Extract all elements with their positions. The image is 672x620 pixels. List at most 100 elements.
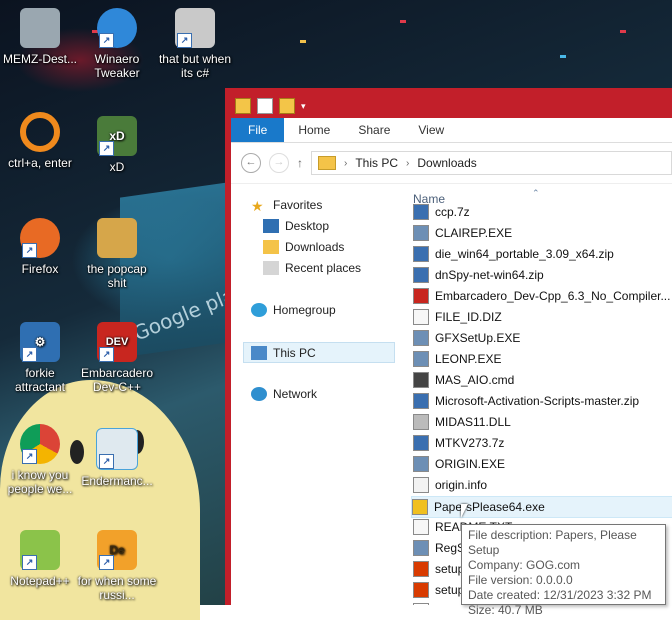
shortcut-arrow-icon: ↗: [99, 454, 114, 469]
nav-label: Homegroup: [273, 303, 336, 317]
file-row[interactable]: origin.info: [413, 475, 672, 495]
tab-home[interactable]: Home: [284, 118, 344, 142]
nav-homegroup[interactable]: Homegroup: [251, 303, 336, 317]
file-row[interactable]: ORIGIN.EXE: [413, 454, 672, 474]
back-button[interactable]: ←: [241, 153, 261, 173]
file-row[interactable]: PapersPlease64.exe: [411, 496, 672, 518]
nav-network[interactable]: Network: [251, 387, 317, 401]
shortcut-arrow-icon: ↗: [177, 33, 192, 48]
file-row[interactable]: Microsoft-Activation-Scripts-master.zip: [413, 391, 672, 411]
notepadpp-icon: ↗: [20, 530, 60, 570]
desktop-icon-label: ctrl+a, enter: [8, 156, 72, 170]
zip-icon: [413, 435, 429, 451]
file-name: MIDAS11.DLL: [435, 415, 511, 429]
title-bar[interactable]: ▾: [231, 94, 672, 118]
file-row[interactable]: FILE_ID.DIZ: [413, 307, 672, 327]
desktop-icon[interactable]: ↗ Endermanc...: [77, 428, 157, 488]
file-row[interactable]: MAS_AIO.cmd: [413, 370, 672, 390]
tooltip-company: Company: GOG.com: [468, 558, 581, 572]
shortcut-arrow-icon: ↗: [22, 449, 37, 464]
file-name: dnSpy-net-win64.zip: [435, 268, 544, 282]
desktop-icon[interactable]: ↗ Firefox: [0, 218, 80, 276]
file-name: ORIGIN.EXE: [435, 457, 506, 471]
file-name: MTKV273.7z: [435, 436, 505, 450]
zip-icon: [413, 267, 429, 283]
desktop-icon[interactable]: DEV ↗ Embarcadero Dev-C++: [77, 322, 157, 394]
breadcrumb-this-pc[interactable]: This PC: [355, 156, 398, 170]
tab-file[interactable]: File: [231, 118, 285, 142]
file-row[interactable]: Embarcadero_Dev-Cpp_6.3_No_Compiler...: [413, 286, 672, 306]
file-row[interactable]: CLAIREP.EXE: [413, 223, 672, 243]
tooltip-date: Date created: 12/31/2023 3:32 PM: [468, 588, 652, 602]
tab-share[interactable]: Share: [344, 118, 404, 142]
desktop-icon[interactable]: ⚙ ↗ forkie attractant: [0, 322, 80, 394]
nav-desktop[interactable]: Desktop: [263, 219, 329, 233]
file-row[interactable]: die_win64_portable_3.09_x64.zip: [413, 244, 672, 264]
breadcrumb[interactable]: › This PC › Downloads: [311, 151, 672, 175]
file-name: ccp.7z: [435, 205, 470, 219]
recent-places-icon: [263, 261, 279, 275]
desktop-icon-label: Notepad++: [10, 574, 70, 588]
nav-downloads[interactable]: Downloads: [263, 240, 344, 254]
star-icon: ★: [251, 198, 264, 214]
file-row[interactable]: LEONP.EXE: [413, 349, 672, 369]
file-name: Microsoft-Activation-Scripts-master.zip: [435, 394, 640, 408]
confetti: [560, 55, 566, 58]
file-name: origin.info: [435, 478, 488, 492]
confetti: [400, 20, 406, 23]
nav-recent-places[interactable]: Recent places: [263, 261, 361, 275]
desktop-icon[interactable]: ↗ that but when its c#: [155, 8, 235, 80]
nav-this-pc[interactable]: This PC: [243, 342, 395, 363]
properties-quick-access-icon[interactable]: [257, 98, 273, 114]
file-row[interactable]: MTKV273.7z: [413, 433, 672, 453]
breadcrumb-downloads[interactable]: Downloads: [417, 156, 476, 170]
tab-view[interactable]: View: [404, 118, 458, 142]
new-folder-quick-access-icon[interactable]: [279, 98, 295, 114]
forward-button[interactable]: →: [269, 153, 289, 173]
shortcut-arrow-icon: ↗: [99, 141, 114, 156]
de-icon: De ↗: [97, 530, 137, 570]
desktop-icon[interactable]: De ↗ for when some russi...: [77, 530, 157, 602]
text-file-icon: [413, 309, 429, 325]
office-icon: [413, 561, 429, 577]
file-row[interactable]: MIDAS11.DLL: [413, 412, 672, 432]
desktop-icon-label: that but when its c#: [158, 52, 232, 80]
desktop-icon[interactable]: ↗ Notepad++: [0, 530, 80, 588]
computer-icon: [251, 345, 267, 360]
desktop-icon[interactable]: ↗ Winaero Tweaker: [77, 8, 157, 80]
file-name: Embarcadero_Dev-Cpp_6.3_No_Compiler...: [435, 289, 671, 303]
file-row[interactable]: GFXSetUp.EXE: [413, 328, 672, 348]
folder-quick-access-icon[interactable]: [235, 98, 251, 114]
winaero-icon: ↗: [97, 8, 137, 48]
file-row[interactable]: ccp.7z: [413, 202, 672, 222]
desktop-icon: [263, 219, 279, 233]
folder-icon: [97, 218, 137, 258]
up-button[interactable]: ↑: [297, 156, 303, 170]
stacked-windows-icon: ↗: [175, 8, 215, 48]
file-row[interactable]: dnSpy-net-win64.zip: [413, 265, 672, 285]
recycle-bin-icon: [20, 8, 60, 48]
desktop-icon-label: Winaero Tweaker: [94, 52, 140, 80]
mouse-pointer-icon: [461, 504, 468, 518]
tooltip-description: File description: Papers, Please Setup: [468, 528, 637, 557]
desktop-icon[interactable]: ↗ i know you people we...: [0, 424, 80, 496]
nav-label: Desktop: [285, 219, 330, 233]
sort-ascending-icon: ⌃: [532, 188, 540, 198]
desktop-icon[interactable]: the popcap shit: [77, 218, 157, 290]
chevron-right-icon[interactable]: ›: [406, 158, 409, 169]
office-icon: [413, 582, 429, 598]
desktop-icon[interactable]: xD ↗ xD: [77, 116, 157, 174]
zip-icon: [413, 246, 429, 262]
homegroup-icon: [251, 303, 267, 317]
confetti: [620, 30, 626, 33]
desktop-icon[interactable]: ctrl+a, enter: [0, 112, 80, 170]
quick-access-dropdown-icon[interactable]: ▾: [301, 101, 306, 112]
tooltip-size: Size: 40.7 MB: [468, 603, 543, 617]
desktop-icon-label: i know you people we...: [7, 468, 73, 496]
shortcut-arrow-icon: ↗: [99, 33, 114, 48]
nav-favorites[interactable]: ★ Favorites: [251, 198, 322, 214]
desktop-icon[interactable]: MEMZ-Dest...: [0, 8, 80, 66]
exe-icon: [413, 351, 429, 367]
chevron-right-icon[interactable]: ›: [344, 158, 347, 169]
folder-icon: [318, 156, 336, 170]
